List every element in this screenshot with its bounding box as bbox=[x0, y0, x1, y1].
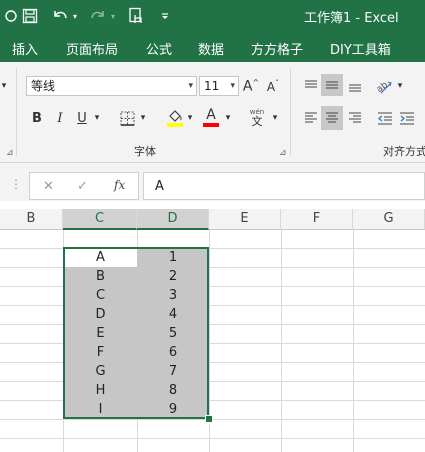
enter-button[interactable]: ✓ bbox=[77, 179, 88, 194]
underline-button[interactable]: U bbox=[74, 108, 90, 128]
dialog-launcher-icon[interactable]: ⊿ bbox=[6, 148, 14, 158]
text-orientation-icon: ab bbox=[375, 80, 392, 95]
tab-insert[interactable]: 插入 bbox=[12, 39, 38, 58]
autosave-icon[interactable] bbox=[4, 6, 18, 26]
tab-data[interactable]: 数据 bbox=[198, 39, 224, 58]
font-size-select[interactable]: 11 ▾ bbox=[199, 76, 239, 96]
phonetic-guide-button[interactable]: wén 文 bbox=[246, 106, 268, 130]
font-name-select[interactable]: 等线 ▾ bbox=[26, 76, 197, 96]
font-color-button[interactable]: A bbox=[201, 106, 221, 128]
ribbon: ▾ 等线 ▾ 11 ▾ A^ Aˇ B I U ▾ ▾ ▾ A ▾ wén 文 … bbox=[0, 62, 425, 163]
chevron-down-icon[interactable]: ▾ bbox=[223, 108, 233, 128]
touch-mode-icon[interactable] bbox=[126, 6, 146, 26]
decrease-indent-icon bbox=[377, 112, 392, 125]
insert-function-button[interactable]: fx bbox=[114, 178, 125, 192]
alignment-group-label: 对齐方式 bbox=[383, 145, 425, 158]
increase-indent-button[interactable] bbox=[397, 107, 417, 129]
align-bottom-icon bbox=[349, 84, 361, 92]
italic-button[interactable]: I bbox=[51, 108, 69, 128]
grid-line bbox=[0, 438, 425, 439]
grow-font-button[interactable]: A^ bbox=[242, 76, 260, 96]
redo-icon[interactable] bbox=[88, 6, 108, 26]
align-left-icon bbox=[305, 112, 317, 123]
chevron-down-icon[interactable]: ▾ bbox=[270, 108, 280, 128]
grow-font-icon: A^ bbox=[242, 77, 260, 95]
ribbon-tabs: 插入 页面布局 公式 数据 方方格子 DIY工具箱 bbox=[0, 32, 425, 62]
group-separator bbox=[290, 68, 291, 156]
align-center-icon bbox=[326, 112, 338, 123]
align-middle-button[interactable] bbox=[321, 74, 343, 96]
paint-bucket-icon bbox=[167, 110, 183, 127]
align-top-icon bbox=[305, 80, 317, 88]
fill-handle[interactable] bbox=[205, 415, 213, 423]
save-icon[interactable] bbox=[20, 6, 40, 26]
column-header-f[interactable]: F bbox=[281, 209, 353, 230]
font-name-value: 等线 bbox=[31, 79, 56, 93]
customize-icon[interactable] bbox=[158, 6, 172, 26]
increase-indent-icon bbox=[400, 112, 414, 125]
chevron-down-icon[interactable]: ▾ bbox=[138, 108, 148, 128]
tab-formulas[interactable]: 公式 bbox=[146, 39, 172, 58]
font-color-swatch bbox=[203, 122, 219, 127]
formula-controls: ✕ ✓ fx bbox=[29, 172, 139, 200]
shrink-font-button[interactable]: Aˇ bbox=[264, 76, 282, 96]
align-right-icon bbox=[349, 112, 361, 123]
chevron-down-icon[interactable]: ▾ bbox=[0, 75, 8, 97]
chevron-down-icon[interactable]: ▾ bbox=[185, 108, 195, 128]
window-title: 工作簿1 - Excel bbox=[304, 11, 399, 26]
redo-dropdown-icon[interactable]: ▾ bbox=[108, 6, 118, 26]
dialog-launcher-icon[interactable]: ⊿ bbox=[279, 148, 287, 158]
cancel-button[interactable]: ✕ bbox=[43, 179, 54, 194]
border-button[interactable] bbox=[117, 108, 137, 128]
font-group-label: 字体 bbox=[134, 145, 156, 158]
group-separator bbox=[16, 68, 17, 156]
align-middle-icon bbox=[326, 81, 338, 89]
font-color-letter: A bbox=[206, 106, 216, 123]
fill-color-button[interactable] bbox=[165, 106, 185, 128]
tab-page-layout[interactable]: 页面布局 bbox=[66, 39, 118, 58]
formula-bar: ⋮ ✕ ✓ fx A bbox=[0, 171, 425, 202]
chevron-down-icon[interactable]: ▾ bbox=[395, 76, 405, 96]
shrink-font-icon: Aˇ bbox=[266, 78, 280, 94]
align-center-button[interactable] bbox=[321, 106, 343, 130]
column-header-e[interactable]: E bbox=[209, 209, 281, 230]
undo-icon[interactable] bbox=[50, 6, 70, 26]
phonetic-bottom: 文 bbox=[251, 115, 263, 128]
chevron-down-icon[interactable]: ▾ bbox=[92, 108, 102, 128]
align-left-button[interactable] bbox=[301, 107, 321, 129]
formula-input[interactable]: A bbox=[143, 172, 425, 200]
border-icon bbox=[120, 111, 134, 126]
column-header-c[interactable]: C bbox=[63, 209, 137, 230]
chevron-down-icon: ▾ bbox=[230, 81, 235, 91]
undo-dropdown-icon[interactable]: ▾ bbox=[70, 6, 80, 26]
formula-value: A bbox=[155, 179, 164, 194]
ribbon-gap bbox=[0, 163, 425, 171]
chevron-down-icon: ▾ bbox=[188, 81, 193, 91]
svg-text:ab: ab bbox=[375, 80, 390, 95]
tab-diy-toolbox[interactable]: DIY工具箱 bbox=[330, 39, 391, 58]
orientation-button[interactable]: ab bbox=[373, 75, 395, 97]
column-header-g[interactable]: G bbox=[353, 209, 425, 230]
column-header-d[interactable]: D bbox=[137, 209, 209, 230]
decrease-indent-button[interactable] bbox=[375, 107, 395, 129]
column-header-b[interactable]: B bbox=[0, 209, 63, 230]
sheet-divider bbox=[0, 201, 425, 209]
tab-fangfang-gezi[interactable]: 方方格子 bbox=[251, 39, 303, 58]
align-right-button[interactable] bbox=[345, 107, 365, 129]
align-top-button[interactable] bbox=[301, 76, 321, 96]
bold-button[interactable]: B bbox=[28, 108, 46, 128]
selection-border bbox=[63, 247, 209, 419]
font-size-value: 11 bbox=[204, 79, 220, 93]
title-bar: ▾ ▾ 工作簿1 - Excel bbox=[0, 0, 425, 32]
align-bottom-button[interactable] bbox=[345, 76, 365, 96]
grip-icon[interactable]: ⋮ bbox=[10, 177, 22, 191]
